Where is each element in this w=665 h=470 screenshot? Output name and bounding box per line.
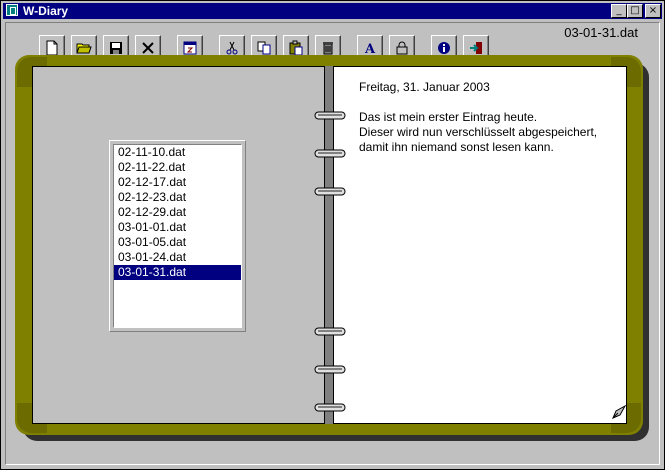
entry-line: Dieser wird nun verschlüsselt abgespeich… bbox=[359, 125, 598, 139]
close-button[interactable]: × bbox=[645, 4, 661, 18]
file-list-item[interactable]: 02-12-23.dat bbox=[114, 190, 241, 205]
file-list-item[interactable]: 03-01-31.dat bbox=[114, 265, 241, 280]
open-folder-icon bbox=[76, 43, 92, 53]
maximize-button[interactable]: □ bbox=[627, 4, 643, 18]
pen-icon[interactable] bbox=[611, 404, 627, 420]
file-list-item[interactable]: 03-01-24.dat bbox=[114, 250, 241, 265]
entry-date: Freitag, 31. Januar 2003 bbox=[359, 80, 490, 94]
diary-entry[interactable]: Freitag, 31. Januar 2003 Das ist mein er… bbox=[359, 80, 619, 155]
file-list-frame: 02-11-10.dat 02-11-22.dat 02-12-17.dat 02-1… bbox=[109, 140, 246, 332]
file-list-item[interactable]: 02-11-22.dat bbox=[114, 160, 241, 175]
file-list[interactable]: 02-11-10.dat 02-11-22.dat 02-12-17.dat 02-1… bbox=[113, 144, 242, 328]
app-icon bbox=[6, 4, 18, 16]
scissors-icon bbox=[226, 41, 238, 54]
entry-line: Das ist mein erster Eintrag heute. bbox=[359, 110, 538, 124]
font-a-icon: A bbox=[364, 42, 376, 56]
new-document-icon bbox=[46, 40, 58, 55]
current-filename: 03-01-31.dat bbox=[564, 25, 638, 40]
file-list-item[interactable]: 02-11-10.dat bbox=[114, 145, 241, 160]
minimize-button[interactable]: _ bbox=[611, 4, 627, 18]
binder-ring bbox=[314, 149, 346, 158]
delete-x-icon bbox=[142, 41, 154, 54]
binder-ring bbox=[314, 111, 346, 120]
entry-line: damit ihn niemand sonst lesen kann. bbox=[359, 140, 554, 154]
save-disk-icon bbox=[110, 41, 122, 54]
binder-ring bbox=[314, 327, 346, 336]
window-title: W-Diary bbox=[23, 4, 69, 18]
binder-ring bbox=[314, 403, 346, 412]
app-window: W-Diary _ □ × A 03-01-31.dat 02-11-10.da… bbox=[0, 0, 665, 470]
file-list-item[interactable]: 03-01-01.dat bbox=[114, 220, 241, 235]
paste-clipboard-icon bbox=[289, 40, 303, 55]
trash-can-icon bbox=[323, 41, 333, 54]
file-list-item[interactable]: 02-12-17.dat bbox=[114, 175, 241, 190]
binder-ring bbox=[314, 365, 346, 374]
svg-text:A: A bbox=[364, 42, 376, 56]
exit-door-icon bbox=[470, 41, 482, 54]
info-icon bbox=[438, 41, 450, 54]
padlock-icon bbox=[396, 41, 408, 54]
calendar-icon bbox=[183, 41, 197, 54]
file-list-item[interactable]: 03-01-05.dat bbox=[114, 235, 241, 250]
copy-icon bbox=[257, 41, 271, 54]
binder-ring bbox=[314, 187, 346, 196]
title-bar[interactable]: W-Diary _ □ × bbox=[3, 3, 662, 19]
file-list-item[interactable]: 02-12-29.dat bbox=[114, 205, 241, 220]
